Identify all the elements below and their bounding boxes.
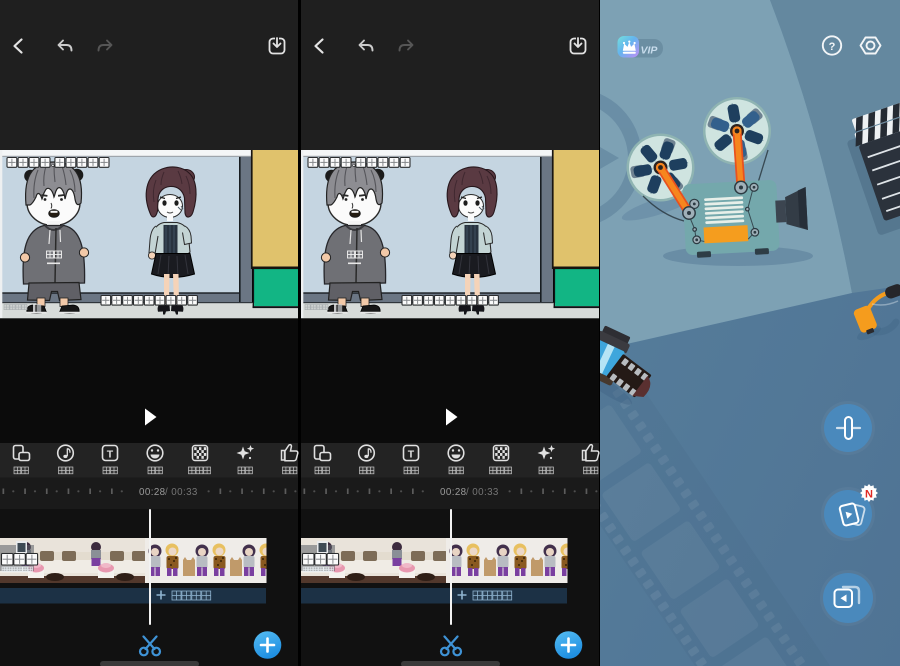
svg-text:N: N [865,489,873,501]
svg-text:?: ? [829,41,836,53]
svg-text:VIP: VIP [641,45,659,57]
